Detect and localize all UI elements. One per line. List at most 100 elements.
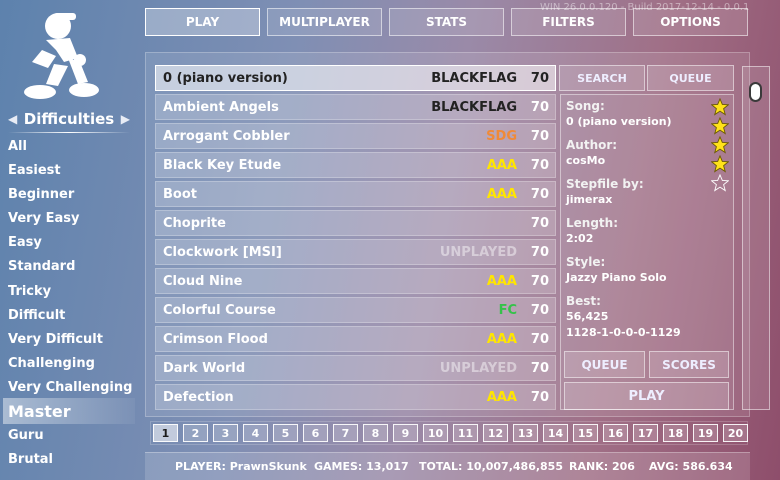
- page-button[interactable]: 20: [723, 424, 748, 442]
- page-button[interactable]: 15: [573, 424, 598, 442]
- best-score-value: 56,425: [566, 310, 609, 323]
- page-button[interactable]: 2: [183, 424, 208, 442]
- header-underline: [8, 132, 130, 133]
- difficulties-header: ◀ Difficulties ▶: [8, 108, 130, 133]
- page-button[interactable]: 4: [243, 424, 268, 442]
- song-difficulty: 70: [530, 128, 549, 144]
- page-button[interactable]: 5: [273, 424, 298, 442]
- best-label: Best:: [566, 294, 601, 308]
- average-score: AVG: 586.634: [649, 460, 733, 473]
- difficulty-item-tricky[interactable]: Tricky: [8, 284, 51, 299]
- difficulty-item-very-easy[interactable]: Very Easy: [8, 211, 79, 226]
- queue-button[interactable]: QUEUE: [564, 351, 645, 378]
- song-grade: AAA: [486, 389, 517, 405]
- star-empty-icon: [711, 174, 729, 192]
- song-row[interactable]: Crimson Flood AAA 70: [155, 326, 556, 352]
- difficulty-item-master[interactable]: Master: [3, 398, 135, 424]
- page-button[interactable]: 11: [453, 424, 478, 442]
- song-row[interactable]: Defection AAA 70: [155, 384, 556, 410]
- total-score: TOTAL: 10,007,486,855: [419, 460, 563, 473]
- difficulty-item-challenging[interactable]: Challenging: [8, 356, 95, 371]
- difficulty-item-standard[interactable]: Standard: [8, 259, 75, 274]
- queue-tab-button[interactable]: QUEUE: [647, 65, 734, 91]
- song-grade: UNPLAYED: [439, 244, 517, 260]
- play-button[interactable]: PLAY: [564, 382, 729, 410]
- page-button[interactable]: 6: [303, 424, 328, 442]
- scores-button[interactable]: SCORES: [649, 351, 729, 378]
- nav-stats-tab[interactable]: STATS: [389, 8, 504, 36]
- prev-arrow-icon[interactable]: ◀: [8, 112, 17, 126]
- nav-options-tab[interactable]: OPTIONS: [633, 8, 748, 36]
- song-difficulty: 70: [530, 302, 549, 318]
- difficulty-item-brutal[interactable]: Brutal: [8, 452, 53, 467]
- difficulty-item-easy[interactable]: Easy: [8, 235, 42, 250]
- song-grade: BLACKFLAG: [431, 99, 517, 115]
- page-button[interactable]: 14: [543, 424, 568, 442]
- page-button[interactable]: 16: [603, 424, 628, 442]
- page-button[interactable]: 9: [393, 424, 418, 442]
- difficulty-item-difficult[interactable]: Difficult: [8, 308, 65, 323]
- page-button[interactable]: 10: [423, 424, 448, 442]
- page-button[interactable]: 12: [483, 424, 508, 442]
- style-label: Style:: [566, 255, 606, 269]
- song-name: Choprite: [163, 215, 226, 231]
- page-button[interactable]: 17: [633, 424, 658, 442]
- page-button[interactable]: 7: [333, 424, 358, 442]
- length-label: Length:: [566, 216, 618, 230]
- song-name: Boot: [163, 186, 197, 202]
- song-difficulty: 70: [530, 273, 549, 289]
- song-row[interactable]: Colorful Course FC 70: [155, 297, 556, 323]
- page-button[interactable]: 3: [213, 424, 238, 442]
- song-name: Crimson Flood: [163, 331, 268, 347]
- stepfile-label: Stepfile by:: [566, 177, 644, 191]
- song-row[interactable]: Cloud Nine AAA 70: [155, 268, 556, 294]
- difficulty-item-beginner[interactable]: Beginner: [8, 187, 74, 202]
- song-row[interactable]: Boot AAA 70: [155, 181, 556, 207]
- difficulty-item-guru[interactable]: Guru: [8, 428, 44, 443]
- page-button[interactable]: 1: [153, 424, 178, 442]
- song-difficulty: 70: [530, 360, 549, 376]
- song-row[interactable]: Arrogant Cobbler SDG 70: [155, 123, 556, 149]
- game-logo-icon: [24, 13, 99, 99]
- song-difficulty: 70: [530, 244, 549, 260]
- player-rank: RANK: 206: [569, 460, 635, 473]
- page-button[interactable]: 18: [663, 424, 688, 442]
- song-grade: AAA: [486, 331, 517, 347]
- song-name: 0 (piano version): [163, 70, 288, 86]
- star-filled-icon: [711, 155, 729, 173]
- song-name: Dark World: [163, 360, 246, 376]
- song-row[interactable]: Dark World UNPLAYED 70: [155, 355, 556, 381]
- page-button[interactable]: 19: [693, 424, 718, 442]
- song-row[interactable]: Ambient Angels BLACKFLAG 70: [155, 94, 556, 120]
- nav-multiplayer-tab[interactable]: MULTIPLAYER: [267, 8, 382, 36]
- scrollbar-track[interactable]: [742, 66, 770, 410]
- pagination: [150, 421, 748, 445]
- song-row[interactable]: Clockwork [MSI] UNPLAYED 70: [155, 239, 556, 265]
- song-row[interactable]: Choprite 70: [155, 210, 556, 236]
- song-row[interactable]: 0 (piano version) BLACKFLAG 70: [155, 65, 556, 91]
- song-grade: SDG: [486, 128, 517, 144]
- song-value: 0 (piano version): [566, 115, 672, 128]
- difficulty-item-easiest[interactable]: Easiest: [8, 163, 61, 178]
- song-difficulty: 70: [530, 215, 549, 231]
- search-button[interactable]: SEARCH: [559, 65, 645, 91]
- song-name: Arrogant Cobbler: [163, 128, 290, 144]
- next-arrow-icon[interactable]: ▶: [121, 112, 130, 126]
- nav-play-tab[interactable]: PLAY: [145, 8, 260, 36]
- difficulty-item-very-challenging[interactable]: Very Challenging: [8, 380, 132, 395]
- difficulty-item-all[interactable]: All: [8, 139, 27, 154]
- song-difficulty: 70: [530, 331, 549, 347]
- page-button[interactable]: 13: [513, 424, 538, 442]
- difficulty-item-very-difficult[interactable]: Very Difficult: [8, 332, 103, 347]
- scrollbar-thumb[interactable]: [749, 82, 762, 102]
- length-value: 2:02: [566, 232, 594, 245]
- song-difficulty: 70: [530, 389, 549, 405]
- song-name: Black Key Etude: [163, 157, 282, 173]
- song-name: Cloud Nine: [163, 273, 243, 289]
- song-row[interactable]: Black Key Etude AAA 70: [155, 152, 556, 178]
- star-filled-icon: [711, 98, 729, 116]
- style-value: Jazzy Piano Solo: [566, 271, 667, 284]
- nav-filters-tab[interactable]: FILTERS: [511, 8, 626, 36]
- page-button[interactable]: 8: [363, 424, 388, 442]
- song-grade: AAA: [486, 186, 517, 202]
